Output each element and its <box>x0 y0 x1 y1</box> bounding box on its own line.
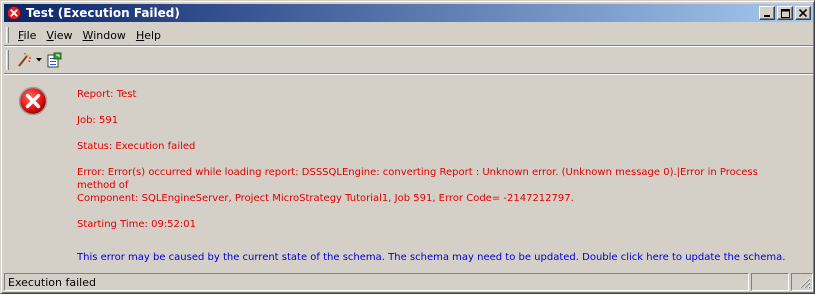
wizard-button[interactable] <box>13 49 35 71</box>
menu-view-rest: iew <box>53 28 73 42</box>
error-message-line-2: Component: SQLEngineServer, Project Micr… <box>77 193 574 204</box>
menu-file-rest: ile <box>23 28 37 42</box>
menu-view[interactable]: View <box>41 29 77 42</box>
close-icon <box>799 9 807 17</box>
error-details-pane: Report: Test Job: 591 Status: Execution … <box>4 75 813 271</box>
error-message: Error: Error(s) occurred while loading r… <box>77 166 797 205</box>
menu-help-rest: elp <box>144 28 162 42</box>
report-window: Test (Execution Failed) File View Window… <box>0 0 815 294</box>
close-button[interactable] <box>795 6 811 20</box>
menu-grip[interactable] <box>6 27 9 43</box>
toolbar <box>4 47 74 73</box>
menu-window-rest: indow <box>93 28 126 42</box>
menu-separator <box>4 45 813 47</box>
error-x-icon <box>6 5 22 21</box>
toolbar-grip[interactable] <box>6 50 9 70</box>
minimize-button[interactable] <box>759 6 775 20</box>
status-pane-3 <box>791 273 813 291</box>
refresh-report-button[interactable] <box>43 49 65 71</box>
menu-help[interactable]: Help <box>131 29 166 42</box>
maximize-icon <box>780 8 790 18</box>
error-message-line-1: Error: Error(s) occurred while loading r… <box>77 167 758 191</box>
resize-grip-icon[interactable] <box>799 277 811 289</box>
update-schema-link[interactable]: This error may be caused by the current … <box>77 251 797 264</box>
report-name-text: Report: Test <box>77 89 137 100</box>
wizard-dropdown[interactable] <box>35 49 43 71</box>
maximize-button[interactable] <box>777 6 793 20</box>
menu-window[interactable]: Window <box>78 29 131 42</box>
status-main-pane: Execution failed <box>4 273 749 291</box>
minimize-icon <box>764 15 770 17</box>
menu-file[interactable]: File <box>13 29 41 42</box>
message-list: Report: Test Job: 591 Status: Execution … <box>77 88 797 264</box>
chevron-down-icon <box>36 58 42 62</box>
magic-wand-icon <box>18 53 31 67</box>
starting-time-text: Starting Time: 09:52:01 <box>77 219 197 230</box>
status-text: Status: Execution failed <box>77 141 196 152</box>
job-id-text: Job: 591 <box>77 115 119 126</box>
title-bar[interactable]: Test (Execution Failed) <box>4 4 813 22</box>
error-icon <box>18 86 48 116</box>
window-title: Test (Execution Failed) <box>26 6 180 20</box>
status-bar: Execution failed <box>4 273 813 292</box>
menu-bar: File View Window Help <box>4 25 813 45</box>
status-pane-2 <box>751 273 789 291</box>
report-refresh-icon <box>47 52 62 68</box>
